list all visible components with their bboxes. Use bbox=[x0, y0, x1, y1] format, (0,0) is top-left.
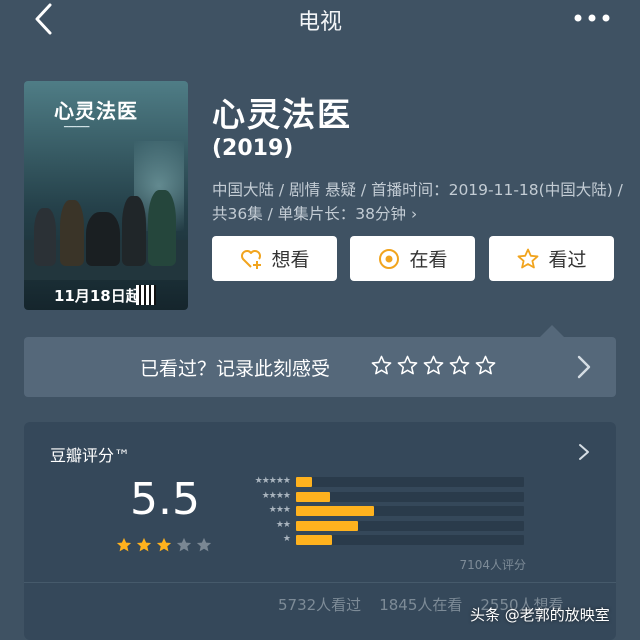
heart-plus-icon bbox=[241, 249, 262, 269]
watched-button[interactable]: 看过 bbox=[489, 236, 614, 281]
star-filled-icon bbox=[115, 536, 133, 554]
star-outline-icon[interactable] bbox=[370, 354, 393, 377]
want-to-watch-button[interactable]: 想看 bbox=[212, 236, 337, 281]
poster-figure bbox=[122, 196, 146, 266]
poster-figure bbox=[60, 200, 84, 266]
rating-count: 7104人评分 bbox=[459, 558, 526, 572]
distribution-bar bbox=[296, 477, 312, 487]
star-outline-icon[interactable] bbox=[422, 354, 445, 377]
poster-subtitle-graphic: ━━━━━━ bbox=[64, 123, 90, 131]
divider bbox=[24, 582, 616, 583]
rate-prompt-text: 已看过？记录此刻感受 bbox=[140, 358, 331, 380]
distribution-track bbox=[296, 535, 524, 545]
star-empty-icon bbox=[195, 536, 213, 554]
distribution-row: ★★★★★ bbox=[230, 476, 530, 487]
watched-label: 看过 bbox=[548, 249, 587, 271]
star-outline-icon[interactable] bbox=[474, 354, 497, 377]
poster-figure bbox=[86, 212, 120, 266]
watched-count: 5732人看过 bbox=[278, 596, 362, 614]
distribution-bar bbox=[296, 535, 333, 545]
douban-score-value: 5.5 bbox=[130, 474, 200, 525]
distribution-row: ★ bbox=[230, 534, 530, 545]
distribution-star-label: ★ bbox=[282, 534, 291, 544]
show-year: (2019) bbox=[212, 136, 294, 161]
page-title: 电视 bbox=[297, 10, 342, 35]
show-title: 心灵法医 bbox=[212, 95, 352, 134]
poster-date: 11月18日起 bbox=[54, 287, 141, 305]
distribution-bar bbox=[296, 491, 331, 502]
distribution-track bbox=[296, 506, 524, 516]
want-to-watch-label: 想看 bbox=[271, 249, 310, 271]
distribution-track bbox=[296, 520, 524, 531]
poster-figure bbox=[34, 208, 56, 266]
distribution-star-label: ★★ bbox=[275, 519, 291, 530]
distribution-star-label: ★★★★ bbox=[261, 490, 291, 501]
rate-stars[interactable] bbox=[370, 354, 497, 377]
rate-bar-pointer bbox=[540, 325, 564, 337]
poster-qr-code bbox=[136, 285, 156, 305]
chevron-right-icon[interactable] bbox=[576, 442, 592, 462]
distribution-row: ★★★★ bbox=[230, 491, 530, 502]
douban-score-label: 豆瓣评分™ bbox=[50, 446, 131, 465]
watching-count: 1845人在看 bbox=[379, 596, 463, 614]
distribution-row: ★★ bbox=[230, 520, 530, 531]
show-poster[interactable]: 心灵法医 ━━━━━━ 11月18日起 bbox=[24, 81, 188, 310]
poster-figure bbox=[148, 190, 176, 266]
chevron-right-icon[interactable] bbox=[574, 353, 594, 381]
distribution-row: ★★★ bbox=[230, 505, 530, 516]
watermark: 头条 @老郭的放映室 bbox=[470, 606, 610, 624]
poster-title: 心灵法医 bbox=[54, 99, 138, 123]
star-filled-icon bbox=[155, 536, 173, 554]
distribution-track bbox=[296, 491, 524, 502]
star-outline-icon bbox=[518, 248, 539, 268]
watching-button[interactable]: 在看 bbox=[350, 236, 475, 281]
watching-label: 在看 bbox=[409, 249, 448, 271]
star-outline-icon[interactable] bbox=[396, 354, 419, 377]
distribution-star-label: ★★★ bbox=[268, 505, 291, 515]
distribution-bar bbox=[296, 506, 374, 516]
distribution-star-label: ★★★★★ bbox=[254, 476, 291, 486]
star-filled-icon bbox=[135, 536, 153, 554]
more-options-icon[interactable] bbox=[572, 6, 612, 30]
distribution-track bbox=[296, 477, 524, 487]
score-stars bbox=[115, 536, 213, 554]
star-outline-icon[interactable] bbox=[448, 354, 471, 377]
show-meta-info[interactable]: 中国大陆 / 剧情 悬疑 / 首播时间：2019-11-18(中国大陆) / 共… bbox=[212, 178, 624, 226]
distribution-bar bbox=[296, 520, 358, 531]
target-icon bbox=[379, 248, 400, 269]
rate-prompt-bar[interactable]: 已看过？记录此刻感受 bbox=[24, 337, 616, 397]
top-bar: 电视 bbox=[0, 0, 640, 40]
star-empty-icon bbox=[175, 536, 193, 554]
